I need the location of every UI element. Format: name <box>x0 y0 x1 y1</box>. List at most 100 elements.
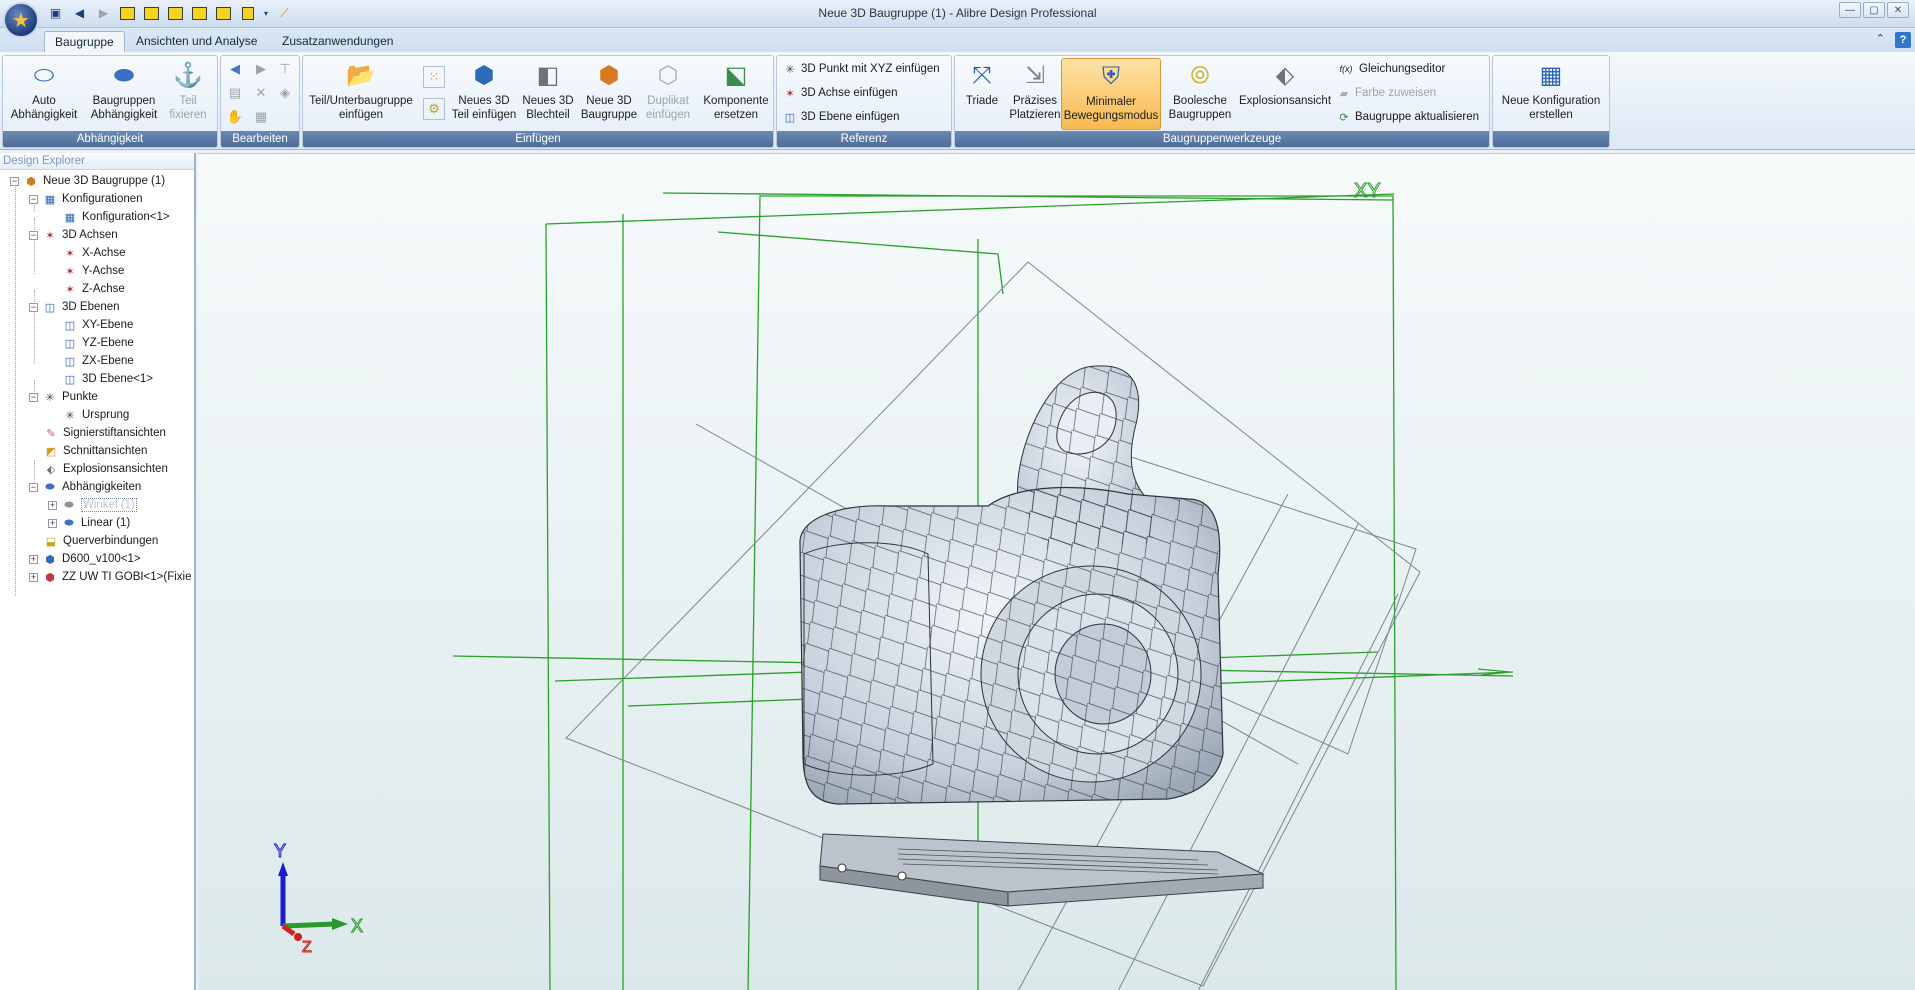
configurations-icon: ▦ <box>44 193 56 206</box>
box-sheetmetal-icon[interactable] <box>166 4 185 22</box>
pattern-icon[interactable]: ⁙ <box>423 66 445 88</box>
tree-node-schnittansichten[interactable]: ◩ Schnittansichten <box>44 442 148 460</box>
baugruppen-abhaengigkeit-button[interactable]: ⬬ Baugruppen Abhängigkeit <box>85 58 163 130</box>
tab-zusatzanwendungen[interactable]: Zusatzanwendungen <box>272 31 403 52</box>
collapse-toggle[interactable]: − <box>29 194 38 204</box>
hand-icon[interactable]: ✋ <box>227 109 243 125</box>
tree-node-querverbindungen[interactable]: ⬓ Querverbindungen <box>44 532 158 550</box>
farbe-zuweisen-button[interactable]: ▰ Farbe zuweisen <box>1337 83 1436 103</box>
tree-node-3d-achsen[interactable]: − ✶ 3D Achsen <box>29 226 118 244</box>
cross-link-icon: ⬓ <box>45 535 57 548</box>
tree-node-abhaengigkeiten[interactable]: − ⬬ Abhängigkeiten <box>29 478 141 496</box>
tab-ansichten-und-analyse[interactable]: Ansichten und Analyse <box>126 31 267 52</box>
collapse-toggle[interactable]: − <box>29 482 38 492</box>
paint-icon: ▰ <box>1339 87 1349 100</box>
box-assembly-icon[interactable] <box>142 4 161 22</box>
application-menu-button[interactable]: ★ <box>3 2 39 38</box>
auto-abhaengigkeit-label-2: Abhängigkeit <box>10 109 78 121</box>
neue-3d-baugruppe-button[interactable]: ⬢ Neue 3D Baugruppe <box>579 58 639 130</box>
expand-toggle[interactable]: + <box>29 572 38 582</box>
tree-node-3d-ebene-1[interactable]: ◫ 3D Ebene<1> <box>63 370 153 388</box>
collapse-toggle[interactable]: − <box>29 230 38 240</box>
shield-icon[interactable]: ◈ <box>277 85 293 101</box>
save-icon[interactable]: ▣ <box>46 4 65 22</box>
minimize-button[interactable]: — <box>1839 2 1861 18</box>
triade-button[interactable]: ⤧ Triade <box>959 58 1005 130</box>
tree-node-zx-ebene[interactable]: ◫ ZX-Ebene <box>63 352 134 370</box>
minimaler-bewegungsmodus-button[interactable]: ⛨ Minimaler Bewegungsmodus <box>1061 58 1161 130</box>
tree-node-gobi[interactable]: + ⬢ ZZ UW TI GOBI<1>(Fixie <box>29 568 192 586</box>
3d-punkt-einfuegen-button[interactable]: ✳ 3D Punkt mit XYZ einfügen <box>783 59 939 79</box>
boolesche-baugruppen-button[interactable]: ⦾ Boolesche Baugruppen <box>1165 58 1235 130</box>
baugruppen-abhaengigkeit-label-1: Baugruppen <box>92 95 156 107</box>
tree-node-linear[interactable]: + ⬬ Linear (1) <box>48 514 130 532</box>
duplikat-einfuegen-button[interactable]: ⬡ Duplikat einfügen <box>639 58 697 130</box>
gear-icon[interactable]: ⚙ <box>423 98 445 120</box>
box-sketch-icon[interactable] <box>214 4 233 22</box>
tree-node-y-achse[interactable]: ✶ Y-Achse <box>63 262 124 280</box>
tree-node-d600[interactable]: + ⬢ D600_v100<1> <box>29 550 141 568</box>
redo-icon[interactable]: ▶ <box>94 4 113 22</box>
tree-node-xy-ebene[interactable]: ◫ XY-Ebene <box>63 316 134 334</box>
tree-node-winkel[interactable]: + ⬬ Winkel (1) <box>48 496 137 514</box>
tree-node-punkte[interactable]: − ✳ Punkte <box>29 388 98 406</box>
tree-node-root[interactable]: − ⬢ Neue 3D Baugruppe (1) <box>10 172 165 190</box>
box-part-icon[interactable] <box>118 4 137 22</box>
close-button[interactable]: ✕ <box>1887 2 1909 18</box>
tree-node-konfigurationen[interactable]: − ▦ Konfigurationen <box>29 190 143 208</box>
collapse-toggle[interactable]: − <box>29 392 38 402</box>
ruler-icon[interactable]: ⟋ <box>275 4 294 22</box>
tree-node-konfiguration-1[interactable]: ▦ Konfiguration<1> <box>63 208 170 226</box>
expand-toggle[interactable]: + <box>48 518 57 528</box>
auto-abhaengigkeit-button[interactable]: ⬭ Auto Abhängigkeit <box>5 58 83 130</box>
delete-icon[interactable]: ✕ <box>253 85 269 101</box>
gleichungseditor-button[interactable]: f(x) Gleichungseditor <box>1337 59 1446 79</box>
help-icon[interactable]: ? <box>1895 32 1911 48</box>
neue-konfiguration-button[interactable]: ▦ Neue Konfiguration erstellen <box>1495 58 1607 130</box>
box-drawing-icon[interactable] <box>190 4 209 22</box>
praezises-platzieren-button[interactable]: ⇲ Präzises Platzieren <box>1007 58 1063 130</box>
neues-3d-teil-einfuegen-button[interactable]: ⬢ Neues 3D Teil einfügen <box>451 58 517 130</box>
tree-node-signierstiftansichten[interactable]: ✎ Signierstiftansichten <box>44 424 166 442</box>
expand-toggle[interactable]: + <box>29 554 38 564</box>
tree-node-ursprung[interactable]: ✳ Ursprung <box>63 406 129 424</box>
base-plate <box>819 833 1265 907</box>
group-label-bearbeiten: Bearbeiten <box>221 131 299 147</box>
undo-small-icon[interactable]: ◀ <box>227 61 243 77</box>
copy-icon[interactable]: ▤ <box>227 85 243 101</box>
neues-3d-blechteil-button[interactable]: ◧ Neues 3D Blechteil <box>519 58 577 130</box>
chevron-down-icon[interactable]: ▾ <box>262 4 270 22</box>
pin-icon[interactable]: ⊤ <box>277 61 293 77</box>
teil-unterbaugruppe-einfuegen-button[interactable]: 📂 Teil/Unterbaugruppe einfügen <box>305 58 417 130</box>
section-icon: ◩ <box>45 445 57 458</box>
tab-baugruppe[interactable]: Baugruppe <box>44 31 125 52</box>
tree-node-z-achse[interactable]: ✶ Z-Achse <box>63 280 124 298</box>
3d-viewport[interactable]: XY Y X Z <box>198 153 1915 990</box>
assembly-icon: ⬢ <box>26 175 36 188</box>
3d-ebene-einfuegen-button[interactable]: ◫ 3D Ebene einfügen <box>783 107 900 127</box>
undo-icon[interactable]: ◀ <box>70 4 89 22</box>
redo-small-icon[interactable]: ▶ <box>253 61 269 77</box>
tree-node-label: Schnittansichten <box>63 445 148 457</box>
explosionsansicht-button[interactable]: ⬖ Explosionsansicht <box>1237 58 1333 130</box>
collapse-toggle[interactable]: − <box>29 302 38 312</box>
suppress-icon[interactable]: ▦ <box>253 109 269 125</box>
collapse-toggle[interactable]: − <box>10 176 19 186</box>
part-icon: ⬢ <box>45 553 55 566</box>
duplikat-label-2: einfügen <box>645 109 691 121</box>
3d-ebene-label: 3D Ebene einfügen <box>801 111 900 123</box>
group-bearbeiten: ◀ ▶ ⊤ ▤ ✕ ◈ ✋ ▦ Bearbeiten <box>220 55 300 148</box>
expand-toggle[interactable]: + <box>48 500 57 510</box>
maximize-button[interactable]: ▢ <box>1863 2 1885 18</box>
tree-node-yz-ebene[interactable]: ◫ YZ-Ebene <box>63 334 134 352</box>
tree-node-x-achse[interactable]: ✶ X-Achse <box>63 244 125 262</box>
box-options-icon[interactable] <box>238 4 257 22</box>
minimaler-label-1: Minimaler <box>1086 96 1136 108</box>
komponente-ersetzen-button[interactable]: ⬕ Komponente ersetzen <box>699 58 773 130</box>
tree-node-explosionsansichten[interactable]: ⬖ Explosionsansichten <box>44 460 168 478</box>
3d-achse-einfuegen-button[interactable]: ✶ 3D Achse einfügen <box>783 83 897 103</box>
collapse-ribbon-icon[interactable]: ⌃ <box>1876 32 1885 45</box>
teil-fixieren-button[interactable]: ⚓ Teil fixieren <box>163 58 213 130</box>
baugruppe-aktualisieren-button[interactable]: ⟳ Baugruppe aktualisieren <box>1337 107 1479 127</box>
tree-node-3d-ebenen[interactable]: − ◫ 3D Ebenen <box>29 298 120 316</box>
